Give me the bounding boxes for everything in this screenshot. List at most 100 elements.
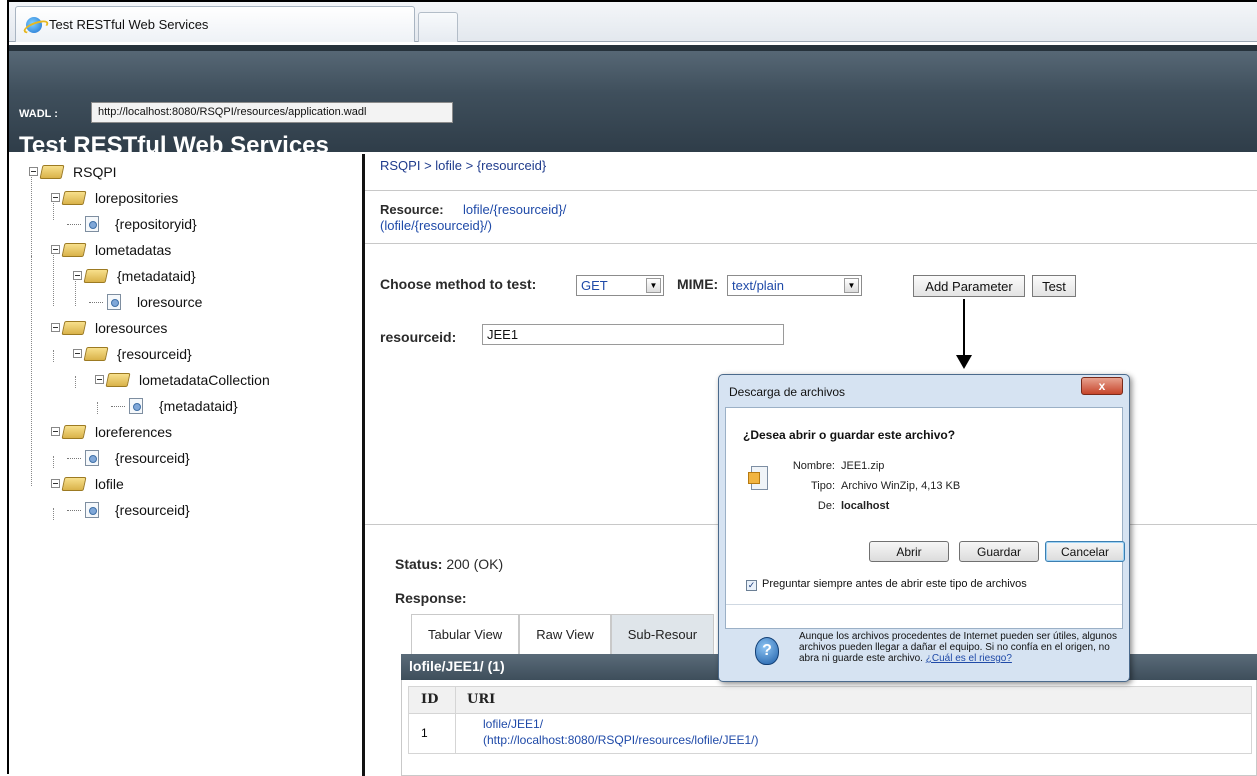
tree-node-lorepositories[interactable]: lorepositories bbox=[51, 190, 178, 206]
tree-node-label: loresource bbox=[137, 294, 203, 310]
tree-node-label: {metadataid} bbox=[117, 268, 196, 284]
resource-file-icon bbox=[67, 502, 109, 518]
tab-tabular-view[interactable]: Tabular View bbox=[411, 614, 520, 654]
open-folder-icon bbox=[73, 268, 111, 284]
wadl-url-field[interactable]: http://localhost:8080/RSQPI/resources/ap… bbox=[91, 102, 453, 123]
table-header-row: ID URI bbox=[408, 686, 1252, 714]
row-id: 1 bbox=[421, 726, 428, 740]
open-folder-icon bbox=[29, 164, 67, 180]
file-type-key: Tipo: bbox=[810, 480, 835, 492]
dialog-title: Descarga de archivos bbox=[729, 385, 846, 399]
open-folder-icon bbox=[51, 320, 89, 336]
divider bbox=[365, 243, 1257, 244]
browser-tab[interactable]: Test RESTful Web Services bbox=[15, 6, 415, 42]
internet-explorer-icon bbox=[26, 16, 42, 33]
resource-file-icon bbox=[89, 294, 131, 310]
mime-select[interactable]: text/plain ▼ bbox=[727, 275, 862, 296]
test-button[interactable]: Test bbox=[1032, 275, 1076, 297]
tree-node-lofile-resourceid[interactable]: {resourceid} bbox=[67, 502, 190, 518]
file-name-row: Nombre: JEE1.zip bbox=[726, 460, 1124, 474]
resourceid-label: resourceid: bbox=[380, 329, 457, 345]
tree-connector bbox=[97, 402, 98, 414]
tab-sub-resource[interactable]: Sub-Resour bbox=[610, 614, 715, 654]
tree-node-label: {repositoryid} bbox=[115, 216, 197, 232]
file-type-value: Archivo WinZip, 4,13 KB bbox=[841, 480, 961, 492]
method-select-value: GET bbox=[581, 278, 608, 293]
dialog-footer: ? Aunque los archivos procedentes de Int… bbox=[725, 629, 1123, 675]
resource-file-icon bbox=[67, 216, 109, 232]
always-ask-checkbox[interactable]: ✓ bbox=[746, 580, 757, 591]
tree-node-lofile[interactable]: lofile bbox=[51, 476, 124, 492]
tree-node-label: lorepositories bbox=[95, 190, 179, 206]
open-folder-icon bbox=[51, 242, 89, 258]
method-select[interactable]: GET ▼ bbox=[576, 275, 664, 296]
tree-connector bbox=[53, 508, 54, 520]
tree-node-label: lofile bbox=[95, 476, 124, 492]
breadcrumb[interactable]: RSQPI > lofile > {resourceid} bbox=[380, 158, 546, 173]
tree-node-rsqpi[interactable]: RSQPI bbox=[29, 164, 117, 180]
dialog-separator bbox=[726, 604, 1122, 605]
file-from-row: De: localhost bbox=[726, 500, 1124, 514]
resource-link[interactable]: lofile/{resourceid}/ bbox=[463, 202, 566, 217]
tree-node-label: {resourceid} bbox=[115, 502, 190, 518]
mime-label: MIME: bbox=[677, 276, 719, 292]
column-header-uri: URI bbox=[467, 692, 496, 707]
tree-connector bbox=[31, 256, 32, 486]
dialog-question: ¿Desea abrir o guardar este archivo? bbox=[743, 428, 956, 442]
response-tabs: Tabular View Raw View Sub-Resour bbox=[411, 614, 715, 654]
page-header: WADL : http://localhost:8080/RSQPI/resou… bbox=[9, 45, 1257, 159]
tree-node-loresource[interactable]: loresource bbox=[89, 294, 203, 310]
status-label: Status: bbox=[395, 556, 443, 572]
dialog-body: ¿Desea abrir o guardar este archivo? Nom… bbox=[725, 407, 1125, 629]
open-folder-icon bbox=[51, 476, 89, 492]
tree-node-metadataid-leaf[interactable]: {metadataid} bbox=[111, 398, 238, 414]
chevron-down-icon[interactable]: ▼ bbox=[646, 278, 661, 293]
tree-node-lometadatas[interactable]: lometadatas bbox=[51, 242, 171, 258]
open-button[interactable]: Abrir bbox=[869, 541, 949, 562]
file-name-value: JEE1.zip bbox=[841, 460, 885, 472]
row-uri-link[interactable]: lofile/JEE1/ bbox=[483, 717, 543, 731]
save-button[interactable]: Guardar bbox=[959, 541, 1039, 562]
row-uri-full-link[interactable]: (http://localhost:8080/RSQPI/resources/l… bbox=[483, 733, 758, 747]
cancel-button[interactable]: Cancelar bbox=[1045, 541, 1125, 562]
add-parameter-button[interactable]: Add Parameter bbox=[913, 275, 1025, 297]
tree-node-label: loreferences bbox=[95, 424, 173, 440]
always-ask-label[interactable]: Preguntar siempre antes de abrir este ti… bbox=[762, 578, 1027, 590]
mime-select-value: text/plain bbox=[732, 278, 785, 293]
tree-connector bbox=[31, 172, 32, 256]
file-from-value: localhost bbox=[841, 500, 890, 512]
open-folder-icon bbox=[73, 346, 111, 362]
resource-file-icon bbox=[111, 398, 153, 414]
response-label: Response: bbox=[395, 590, 467, 606]
tree-node-resourceid[interactable]: {resourceid} bbox=[73, 346, 192, 362]
tree-node-label: {metadataid} bbox=[159, 398, 238, 414]
tree-node-references-resourceid[interactable]: {resourceid} bbox=[67, 450, 190, 466]
resourceid-input[interactable] bbox=[482, 324, 784, 345]
tab-raw-view[interactable]: Raw View bbox=[519, 614, 611, 654]
tree-node-label: RSQPI bbox=[73, 164, 117, 180]
open-folder-icon bbox=[51, 190, 89, 206]
column-header-id: ID bbox=[421, 692, 439, 707]
resource-tree: RSQPI lorepositories {repositoryid} lome… bbox=[9, 154, 362, 776]
close-button[interactable]: x bbox=[1081, 377, 1123, 395]
tree-node-repositoryid[interactable]: {repositoryid} bbox=[67, 216, 197, 232]
tree-node-label: lometadatas bbox=[95, 242, 172, 258]
annotation-arrow-head bbox=[956, 355, 972, 369]
security-warning-text: Aunque los archivos procedentes de Inter… bbox=[799, 631, 1119, 664]
column-separator bbox=[455, 714, 456, 753]
new-tab-button[interactable] bbox=[418, 12, 458, 42]
tree-node-label: {resourceid} bbox=[115, 450, 190, 466]
tree-node-loresources[interactable]: loresources bbox=[51, 320, 167, 336]
tree-node-metadataid[interactable]: {metadataid} bbox=[73, 268, 196, 284]
tree-connector bbox=[75, 376, 76, 388]
table-row: 1 lofile/JEE1/ (http://localhost:8080/RS… bbox=[408, 714, 1252, 754]
resource-sub-link[interactable]: (lofile/{resourceid}/) bbox=[380, 218, 492, 233]
divider bbox=[365, 190, 1257, 191]
chevron-down-icon[interactable]: ▼ bbox=[844, 278, 859, 293]
tree-node-lometadatacollection[interactable]: lometadataCollection bbox=[95, 372, 270, 388]
method-label: Choose method to test: bbox=[380, 276, 537, 292]
risk-link[interactable]: ¿Cuál es el riesgo? bbox=[926, 653, 1012, 664]
tree-node-loreferences[interactable]: loreferences bbox=[51, 424, 172, 440]
column-separator bbox=[455, 687, 456, 713]
browser-tab-title: Test RESTful Web Services bbox=[49, 17, 209, 32]
